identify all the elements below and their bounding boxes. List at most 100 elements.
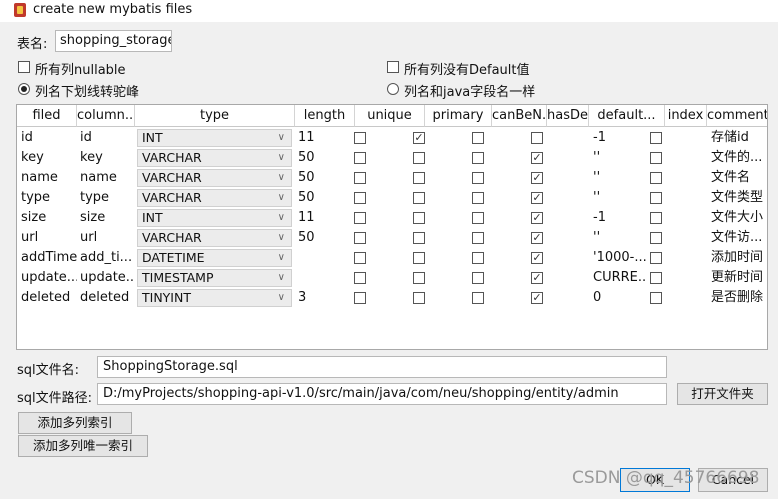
cell-filed[interactable]: type — [21, 188, 77, 208]
cell-filed[interactable]: size — [21, 208, 77, 228]
cell-column[interactable]: deleted — [80, 288, 135, 308]
hasDefault-checkbox[interactable]: ✓ — [531, 252, 543, 264]
unique-checkbox[interactable] — [354, 132, 366, 144]
cell-comment[interactable]: 是否删除 — [711, 288, 767, 308]
cell-comment[interactable]: 文件的... — [711, 148, 767, 168]
column-header-type[interactable]: type — [135, 105, 295, 127]
primary-checkbox[interactable]: ✓ — [413, 132, 425, 144]
cell-default[interactable]: '' — [593, 188, 647, 208]
cell-length[interactable]: 50 — [298, 228, 353, 248]
primary-checkbox[interactable] — [413, 212, 425, 224]
type-select[interactable]: VARCHAR ∨ — [137, 149, 292, 167]
cell-column[interactable]: update... — [80, 268, 135, 288]
cell-column[interactable]: key — [80, 148, 135, 168]
cell-column[interactable]: url — [80, 228, 135, 248]
cell-default[interactable]: 0 — [593, 288, 647, 308]
unique-checkbox[interactable] — [354, 292, 366, 304]
column-header-default[interactable]: default... — [589, 105, 665, 127]
column-header-column[interactable]: column... — [77, 105, 135, 127]
canBeNull-checkbox[interactable] — [472, 272, 484, 284]
cell-length[interactable]: 3 — [298, 288, 353, 308]
column-header-hasDefault[interactable]: hasDefa... — [547, 105, 589, 127]
cell-comment[interactable]: 更新时间 — [711, 268, 767, 288]
column-header-comment[interactable]: comment — [707, 105, 767, 127]
canBeNull-checkbox[interactable] — [472, 292, 484, 304]
canBeNull-checkbox[interactable] — [472, 212, 484, 224]
index-checkbox[interactable] — [650, 132, 662, 144]
unique-checkbox[interactable] — [354, 172, 366, 184]
primary-checkbox[interactable] — [413, 192, 425, 204]
same-name-radio[interactable] — [387, 83, 399, 95]
hasDefault-checkbox[interactable]: ✓ — [531, 172, 543, 184]
canBeNull-checkbox[interactable] — [472, 132, 484, 144]
column-header-index[interactable]: index — [665, 105, 707, 127]
cell-comment[interactable]: 文件大小 — [711, 208, 767, 228]
hasDefault-checkbox[interactable]: ✓ — [531, 212, 543, 224]
canBeNull-checkbox[interactable] — [472, 172, 484, 184]
cell-length[interactable]: 50 — [298, 188, 353, 208]
table-name-input[interactable]: shopping_storage — [55, 30, 172, 52]
index-checkbox[interactable] — [650, 232, 662, 244]
unique-checkbox[interactable] — [354, 212, 366, 224]
cell-filed[interactable]: update... — [21, 268, 77, 288]
cell-filed[interactable]: name — [21, 168, 77, 188]
cell-comment[interactable]: 文件类型 — [711, 188, 767, 208]
type-select[interactable]: INT ∨ — [137, 209, 292, 227]
add-multi-unique-index-button[interactable]: 添加多列唯一索引 — [18, 435, 148, 457]
column-header-unique[interactable]: unique — [355, 105, 425, 127]
primary-checkbox[interactable] — [413, 252, 425, 264]
cell-length[interactable] — [298, 268, 353, 288]
primary-checkbox[interactable] — [413, 272, 425, 284]
type-select[interactable]: VARCHAR ∨ — [137, 229, 292, 247]
canBeNull-checkbox[interactable] — [472, 252, 484, 264]
unique-checkbox[interactable] — [354, 152, 366, 164]
canBeNull-checkbox[interactable] — [472, 232, 484, 244]
open-folder-button[interactable]: 打开文件夹 — [677, 383, 768, 405]
all-nullable-checkbox[interactable] — [18, 61, 30, 73]
cell-length[interactable] — [298, 248, 353, 268]
unique-checkbox[interactable] — [354, 252, 366, 264]
hasDefault-checkbox[interactable] — [531, 132, 543, 144]
type-select[interactable]: DATETIME ∨ — [137, 249, 292, 267]
hasDefault-checkbox[interactable]: ✓ — [531, 152, 543, 164]
index-checkbox[interactable] — [650, 172, 662, 184]
hasDefault-checkbox[interactable]: ✓ — [531, 272, 543, 284]
index-checkbox[interactable] — [650, 192, 662, 204]
cell-default[interactable]: -1 — [593, 128, 647, 148]
index-checkbox[interactable] — [650, 252, 662, 264]
primary-checkbox[interactable] — [413, 172, 425, 184]
hasDefault-checkbox[interactable]: ✓ — [531, 292, 543, 304]
cell-filed[interactable]: deleted — [21, 288, 77, 308]
cell-comment[interactable]: 文件访... — [711, 228, 767, 248]
type-select[interactable]: INT ∨ — [137, 129, 292, 147]
column-header-filed[interactable]: filed — [17, 105, 77, 127]
cell-column[interactable]: name — [80, 168, 135, 188]
cell-filed[interactable]: key — [21, 148, 77, 168]
primary-checkbox[interactable] — [413, 232, 425, 244]
cell-column[interactable]: id — [80, 128, 135, 148]
sql-file-name-input[interactable]: ShoppingStorage.sql — [97, 356, 667, 378]
cell-comment[interactable]: 存储id — [711, 128, 767, 148]
unique-checkbox[interactable] — [354, 272, 366, 284]
cell-default[interactable]: '1000-... — [593, 248, 647, 268]
no-default-checkbox[interactable] — [387, 61, 399, 73]
cell-column[interactable]: size — [80, 208, 135, 228]
cell-default[interactable]: CURRE... — [593, 268, 647, 288]
cell-column[interactable]: add_ti... — [80, 248, 135, 268]
index-checkbox[interactable] — [650, 272, 662, 284]
hasDefault-checkbox[interactable]: ✓ — [531, 192, 543, 204]
cell-filed[interactable]: id — [21, 128, 77, 148]
cell-default[interactable]: '' — [593, 168, 647, 188]
primary-checkbox[interactable] — [413, 292, 425, 304]
cell-default[interactable]: -1 — [593, 208, 647, 228]
add-multi-index-button[interactable]: 添加多列索引 — [18, 412, 132, 434]
canBeNull-checkbox[interactable] — [472, 192, 484, 204]
type-select[interactable]: TIMESTAMP ∨ — [137, 269, 292, 287]
columns-table[interactable]: filed column... type length unique primary can… — [16, 104, 768, 350]
index-checkbox[interactable] — [650, 212, 662, 224]
column-header-primary[interactable]: primary — [425, 105, 492, 127]
cell-length[interactable]: 50 — [298, 148, 353, 168]
cell-column[interactable]: type — [80, 188, 135, 208]
unique-checkbox[interactable] — [354, 192, 366, 204]
type-select[interactable]: VARCHAR ∨ — [137, 189, 292, 207]
